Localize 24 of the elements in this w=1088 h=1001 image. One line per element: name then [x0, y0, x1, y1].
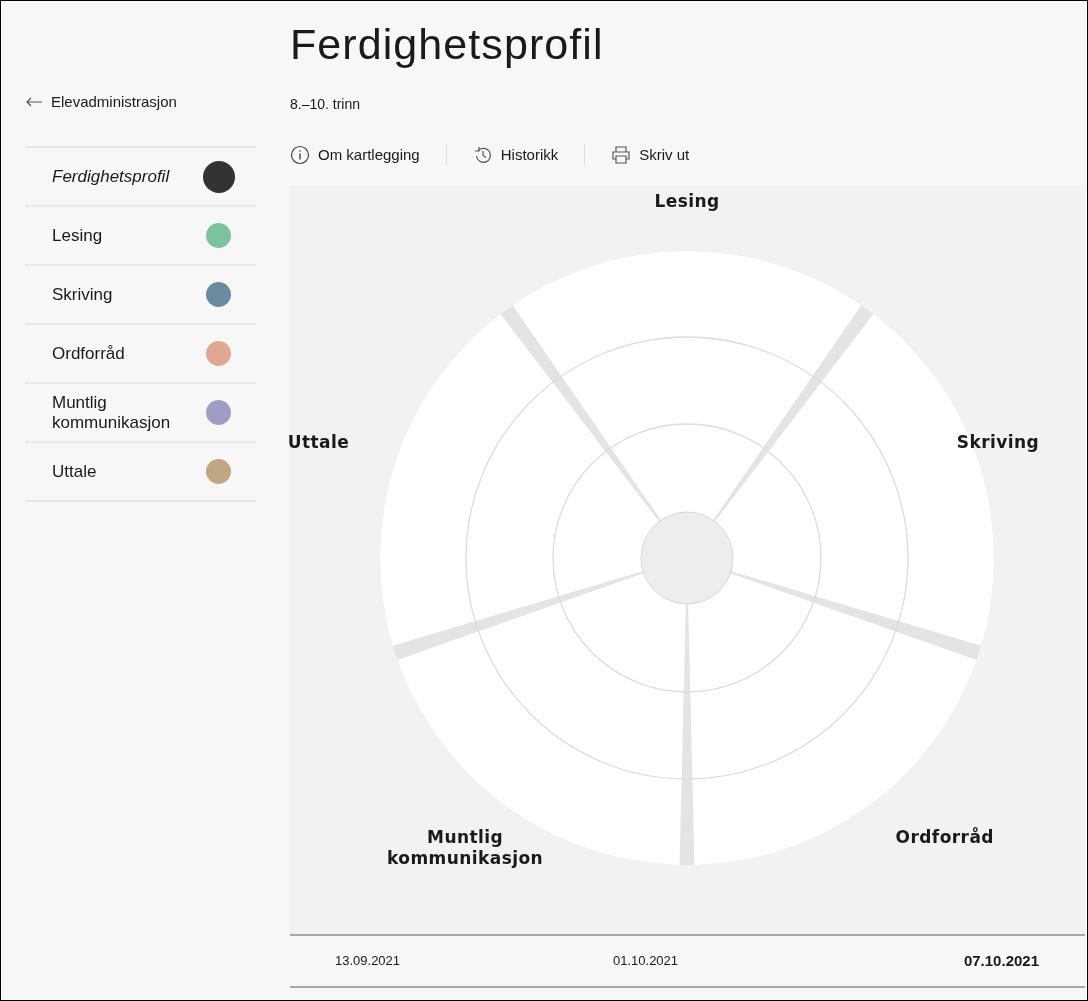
sidebar-item[interactable]: Lesing — [25, 207, 256, 266]
back-arrow-icon — [25, 97, 43, 107]
sidebar-item[interactable]: Uttale — [25, 443, 256, 502]
sidebar-item[interactable]: Ordforråd — [25, 325, 256, 384]
segment-label: Ordforråd — [894, 827, 994, 848]
page-title: Ferdighetsprofil — [290, 19, 604, 70]
segment-label: Lesing — [653, 191, 721, 212]
segment-label: Uttale — [286, 432, 351, 454]
toolbar-button[interactable]: Om kartlegging — [290, 143, 420, 167]
back-link[interactable]: Elevadministrasjon — [25, 91, 290, 113]
segment-label: Skriving — [955, 432, 1041, 454]
printer-icon — [611, 145, 632, 165]
date-tab[interactable]: 01.10.2021 — [613, 951, 679, 971]
toolbar-button[interactable]: Historikk — [472, 143, 559, 167]
toolbar-button[interactable]: Skriv ut — [611, 143, 690, 167]
info-icon — [290, 145, 310, 165]
segment-label: Muntlig kommunikasjon — [386, 827, 545, 869]
sidebar-item[interactable]: Muntlig kommunikasjon — [25, 384, 256, 443]
subtitle: 8.–10. trinn — [290, 95, 361, 114]
date-tab[interactable]: 07.10.2021 — [963, 949, 1039, 973]
history-icon — [472, 145, 493, 165]
date-tab[interactable]: 13.09.2021 — [335, 951, 401, 971]
sidebar-item[interactable]: Ferdighetsprofil — [25, 148, 256, 207]
sidebar-item[interactable]: Skriving — [25, 266, 256, 325]
